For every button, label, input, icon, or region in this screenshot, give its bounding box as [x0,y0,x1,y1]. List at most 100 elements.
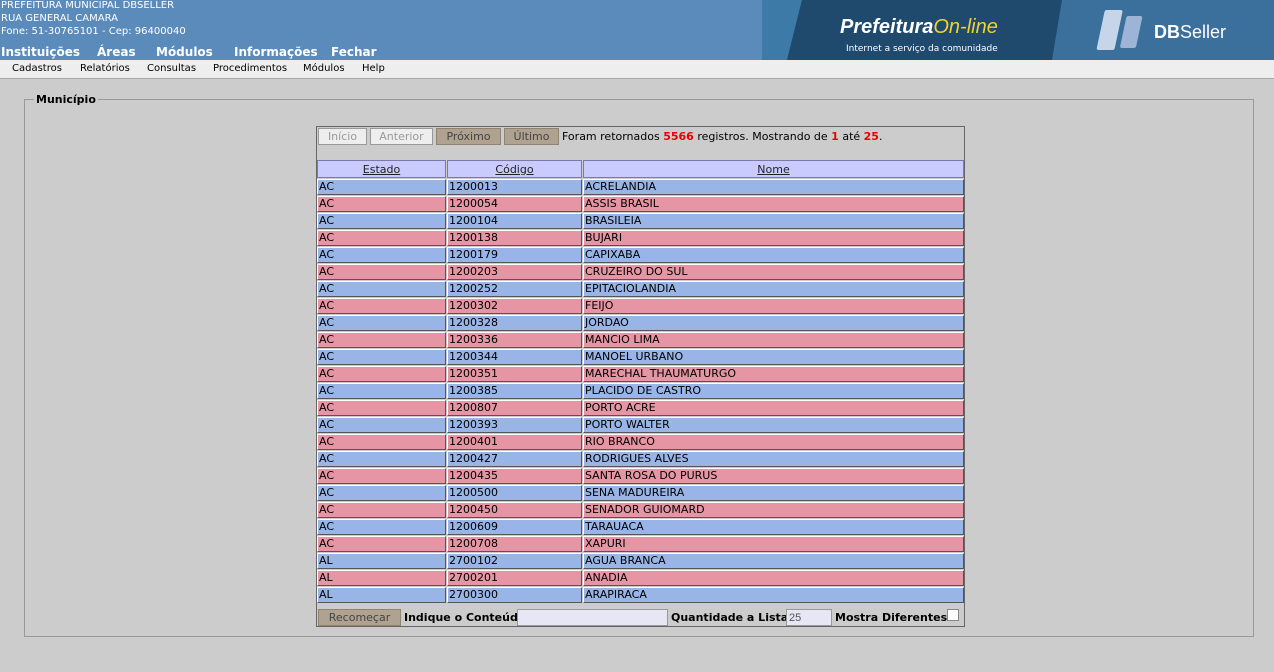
cell-estado[interactable]: AC [317,179,446,195]
cell-codigo[interactable]: 1200708 [447,536,582,552]
cell-estado[interactable]: AC [317,383,446,399]
cell-estado[interactable]: AC [317,417,446,433]
cell-codigo[interactable]: 1200500 [447,485,582,501]
cell-codigo[interactable]: 2700201 [447,570,582,586]
cell-nome[interactable]: JORDAO [583,315,964,331]
cell-codigo[interactable]: 1200138 [447,230,582,246]
cell-codigo[interactable]: 1200609 [447,519,582,535]
previous-page-button[interactable]: Anterior [370,128,433,145]
cell-estado[interactable]: AC [317,400,446,416]
quantity-input[interactable] [786,609,832,626]
column-header-codigo[interactable]: Código [447,160,582,178]
cell-nome[interactable]: CRUZEIRO DO SUL [583,264,964,280]
cell-codigo[interactable]: 1200203 [447,264,582,280]
cell-nome[interactable]: RODRIGUES ALVES [583,451,964,467]
cell-estado[interactable]: AC [317,366,446,382]
cell-nome[interactable]: XAPURI [583,536,964,552]
menu-instituicoes[interactable]: Instituições [1,45,80,59]
cell-estado[interactable]: AC [317,230,446,246]
cell-nome[interactable]: AGUA BRANCA [583,553,964,569]
cell-nome[interactable]: BRASILEIA [583,213,964,229]
cell-nome[interactable]: BUJARI [583,230,964,246]
menu-areas[interactable]: Áreas [97,45,136,59]
dbseller-brand: DBSeller [1154,22,1227,42]
cell-nome[interactable]: MANOEL URBANO [583,349,964,365]
cell-nome[interactable]: MANCIO LIMA [583,332,964,348]
cell-nome[interactable]: CAPIXABA [583,247,964,263]
cell-codigo[interactable]: 1200807 [447,400,582,416]
banner-title: PrefeituraOn-line [840,16,998,38]
cell-codigo[interactable]: 1200252 [447,281,582,297]
cell-nome[interactable]: PORTO ACRE [583,400,964,416]
submenu-consultas[interactable]: Consultas [147,63,196,74]
cell-estado[interactable]: AL [317,553,446,569]
cell-estado[interactable]: AC [317,502,446,518]
cell-estado[interactable]: AC [317,451,446,467]
cell-codigo[interactable]: 1200401 [447,434,582,450]
content-search-input[interactable] [517,609,668,626]
cell-nome[interactable]: PLACIDO DE CASTRO [583,383,964,399]
cell-codigo[interactable]: 1200104 [447,213,582,229]
cell-codigo[interactable]: 2700102 [447,553,582,569]
cell-codigo[interactable]: 2700300 [447,587,582,603]
cell-codigo[interactable]: 1200435 [447,468,582,484]
cell-nome[interactable]: ARAPIRACA [583,587,964,603]
cell-codigo[interactable]: 1200054 [447,196,582,212]
restart-button[interactable]: Recomeçar [318,609,401,626]
cell-estado[interactable]: AL [317,570,446,586]
cell-nome[interactable]: FEIJO [583,298,964,314]
show-distinct-checkbox[interactable] [947,609,959,621]
cell-estado[interactable]: AC [317,298,446,314]
cell-codigo[interactable]: 1200302 [447,298,582,314]
cell-estado[interactable]: AC [317,264,446,280]
cell-codigo[interactable]: 1200336 [447,332,582,348]
menu-modulos[interactable]: Módulos [156,45,213,59]
cell-nome[interactable]: EPITACIOLANDIA [583,281,964,297]
cell-estado[interactable]: AC [317,247,446,263]
cell-codigo[interactable]: 1200427 [447,451,582,467]
cell-estado[interactable]: AC [317,315,446,331]
cell-estado[interactable]: AC [317,349,446,365]
cell-nome[interactable]: SENA MADUREIRA [583,485,964,501]
cell-nome[interactable]: ACRELANDIA [583,179,964,195]
cell-codigo[interactable]: 1200385 [447,383,582,399]
menu-informacoes[interactable]: Informações [234,45,318,59]
cell-estado[interactable]: AC [317,332,446,348]
cell-estado[interactable]: AC [317,434,446,450]
cell-codigo[interactable]: 1200393 [447,417,582,433]
column-header-nome[interactable]: Nome [583,160,964,178]
submenu-modulos[interactable]: Módulos [303,63,345,74]
cell-estado[interactable]: AC [317,485,446,501]
cell-codigo[interactable]: 1200328 [447,315,582,331]
cell-nome[interactable]: PORTO WALTER [583,417,964,433]
cell-estado[interactable]: AC [317,213,446,229]
cell-estado[interactable]: AC [317,519,446,535]
cell-codigo[interactable]: 1200344 [447,349,582,365]
cell-nome[interactable]: SANTA ROSA DO PURUS [583,468,964,484]
cell-nome[interactable]: MARECHAL THAUMATURGO [583,366,964,382]
last-page-button[interactable]: Último [504,128,559,145]
cell-nome[interactable]: SENADOR GUIOMARD [583,502,964,518]
submenu-relatorios[interactable]: Relatórios [80,63,130,74]
cell-estado[interactable]: AL [317,587,446,603]
cell-nome[interactable]: ASSIS BRASIL [583,196,964,212]
cell-nome[interactable]: RIO BRANCO [583,434,964,450]
cell-codigo[interactable]: 1200179 [447,247,582,263]
cell-codigo[interactable]: 1200351 [447,366,582,382]
cell-estado[interactable]: AC [317,536,446,552]
cell-estado[interactable]: AC [317,281,446,297]
cell-codigo[interactable]: 1200013 [447,179,582,195]
first-page-button[interactable]: Início [318,128,367,145]
cell-estado[interactable]: AC [317,196,446,212]
range-start: 1 [831,130,839,143]
cell-estado[interactable]: AC [317,468,446,484]
cell-nome[interactable]: ANADIA [583,570,964,586]
column-header-estado[interactable]: Estado [317,160,446,178]
cell-codigo[interactable]: 1200450 [447,502,582,518]
menu-fechar[interactable]: Fechar [331,45,377,59]
submenu-procedimentos[interactable]: Procedimentos [213,63,287,74]
cell-nome[interactable]: TARAUACA [583,519,964,535]
submenu-help[interactable]: Help [362,63,385,74]
next-page-button[interactable]: Próximo [436,128,501,145]
submenu-cadastros[interactable]: Cadastros [12,63,62,74]
